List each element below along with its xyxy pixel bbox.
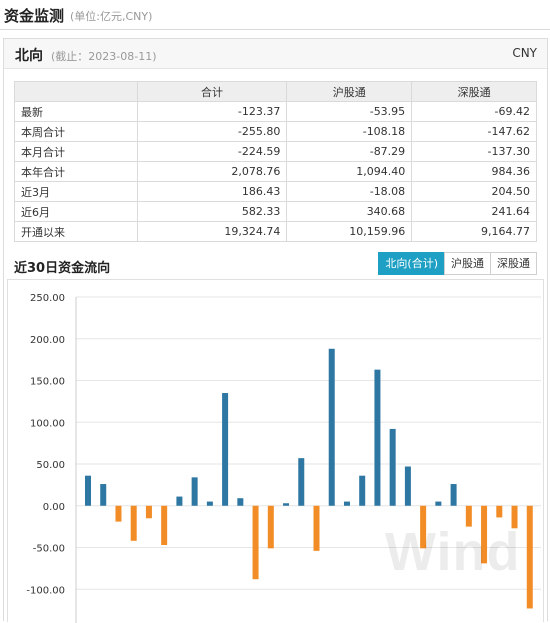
cell-sz: -69.42 [411, 101, 537, 122]
bar [404, 466, 411, 506]
row-label: 本年合计 [14, 161, 138, 182]
cell-sh: 340.68 [286, 201, 413, 222]
cell-total: -255.80 [136, 121, 288, 142]
row-label: 开通以来 [14, 221, 138, 242]
cell-sz: -147.62 [411, 121, 537, 142]
bar [85, 475, 91, 506]
bar [526, 505, 533, 609]
table-row: 最新 -123.37 -53.95 -69.42 [14, 101, 537, 122]
table-row: 近3月 186.43 -18.08 204.50 [14, 181, 537, 202]
bar [374, 369, 381, 506]
bar [191, 477, 198, 506]
bar [435, 501, 442, 506]
table-row: 本周合计 -255.80 -108.18 -147.62 [14, 121, 537, 142]
tab-northbound-total[interactable]: 北向(合计) [378, 252, 445, 275]
cell-sz: 984.36 [411, 161, 537, 182]
as-of-date: (截止：2023-08-11) [51, 50, 157, 63]
page-header: 资金监测 (单位:亿元,CNY) [0, 0, 550, 30]
chart-tabs: 北向(合计) 沪股通 深股通 [378, 252, 537, 275]
cell-sh: 1,094.40 [286, 161, 413, 182]
bar [343, 501, 350, 506]
cell-sh: -18.08 [286, 181, 413, 202]
currency-label: CNY [512, 46, 537, 60]
row-label: 近6月 [14, 201, 138, 222]
bar [222, 393, 229, 506]
panel-header: 北向 (截止：2023-08-11) CNY [4, 39, 547, 69]
cell-sz: 9,164.77 [411, 221, 537, 242]
bar [496, 505, 503, 518]
cell-total: 2,078.76 [136, 161, 288, 182]
table-row: 本年合计 2,078.76 1,094.40 984.36 [14, 161, 537, 182]
y-tick-label: 250.00 [30, 293, 65, 304]
bar [252, 505, 259, 580]
cell-sh: -108.18 [286, 121, 413, 142]
y-tick-label: -100.00 [26, 585, 65, 596]
bar [313, 505, 320, 551]
column-header-sh: 沪股通 [286, 81, 413, 102]
bar [267, 505, 274, 549]
unit-note: (单位:亿元,CNY) [70, 10, 153, 23]
cell-total: 19,324.74 [136, 221, 288, 242]
row-label: 本周合计 [14, 121, 138, 142]
row-label: 近3月 [14, 181, 138, 202]
chart-section-title: 近30日资金流向 [14, 261, 111, 276]
bar [237, 498, 244, 506]
bar [389, 428, 396, 506]
y-tick-label: 200.00 [30, 335, 65, 346]
y-tick-label: 100.00 [30, 418, 65, 429]
table-row: 本月合计 -224.59 -87.29 -137.30 [14, 141, 537, 162]
column-header [14, 81, 138, 102]
cell-sz: 241.64 [411, 201, 537, 222]
bar [298, 458, 305, 506]
cell-total: 582.33 [136, 201, 288, 222]
flow-summary-table: 合计 沪股通 深股通 最新 -123.37 -53.95 -69.42 本周合计… [14, 81, 537, 242]
page-title: 资金监测 [4, 7, 65, 25]
bar [206, 501, 213, 506]
tab-shanghai-connect[interactable]: 沪股通 [444, 252, 491, 275]
bar [161, 505, 168, 545]
row-label: 本月合计 [14, 141, 138, 162]
y-tick-label: 0.00 [43, 502, 65, 513]
table-row: 近6月 582.33 340.68 241.64 [14, 201, 537, 222]
bar [450, 484, 457, 506]
panel-title: 北向 [15, 48, 43, 64]
column-header-sz: 深股通 [411, 81, 537, 102]
cell-sh: 10,159.96 [286, 221, 413, 242]
cell-total: -224.59 [136, 141, 288, 162]
cell-sh: -53.95 [286, 101, 413, 122]
bar [145, 505, 152, 519]
y-tick-label: 50.00 [36, 460, 65, 471]
cell-sh: -87.29 [286, 141, 413, 162]
cell-total: 186.43 [136, 181, 288, 202]
cell-sz: -137.30 [411, 141, 537, 162]
y-tick-label: -50.00 [33, 544, 65, 555]
cell-total: -123.37 [136, 101, 288, 122]
bar [176, 496, 183, 506]
column-header-total: 合计 [136, 81, 288, 102]
y-tick-label: 150.00 [30, 377, 65, 388]
bar [359, 475, 366, 506]
tab-shenzhen-connect[interactable]: 深股通 [490, 252, 537, 275]
bar [283, 503, 290, 506]
wind-watermark: Wind [385, 522, 521, 582]
cell-sz: 204.50 [411, 181, 537, 202]
table-row: 开通以来 19,324.74 10,159.96 9,164.77 [14, 221, 537, 242]
row-label: 最新 [14, 101, 138, 122]
table-header-row: 合计 沪股通 深股通 [14, 81, 537, 102]
bar [328, 348, 335, 506]
bar [100, 484, 107, 506]
bar [115, 505, 122, 522]
bar [130, 505, 137, 541]
